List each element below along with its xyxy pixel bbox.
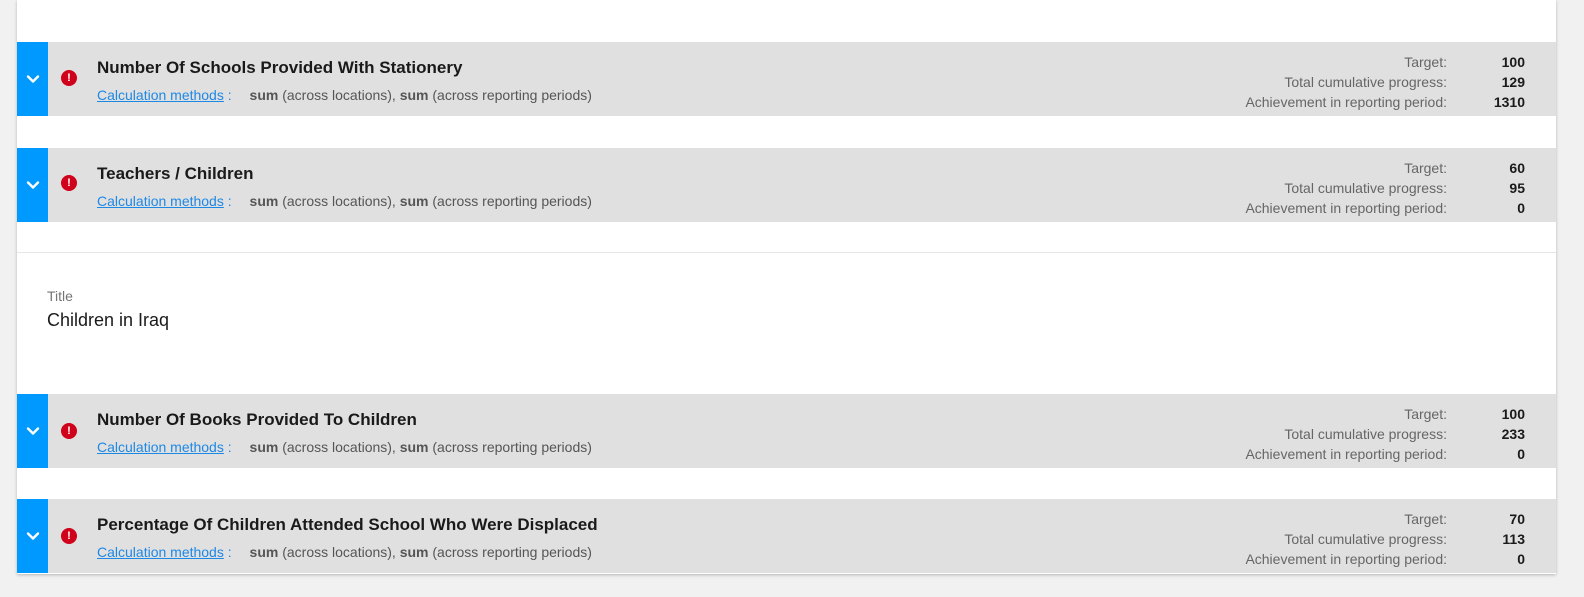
achievement-label: Achievement in reporting period: — [1245, 200, 1447, 216]
section-divider — [17, 252, 1556, 253]
cumulative-value: 113 — [1502, 531, 1525, 547]
indicators-card: ! Number Of Schools Provided With Statio… — [17, 0, 1556, 574]
calc-method: sum — [249, 439, 279, 455]
expand-button[interactable] — [17, 499, 48, 573]
calc-method: sum — [249, 87, 279, 103]
achievement-label: Achievement in reporting period: — [1245, 446, 1447, 462]
chevron-down-icon — [26, 181, 39, 189]
target-label: Target: — [1404, 511, 1447, 527]
target-label: Target: — [1404, 160, 1447, 176]
calculation-methods: Calculation methods : sum (across locati… — [97, 87, 592, 103]
indicator-stats: Target: 70 Total cumulative progress: 113 … — [1205, 509, 1525, 569]
chevron-down-icon — [26, 75, 39, 83]
calc-scope: (across locations), — [282, 87, 396, 103]
indicator-row: ! Number Of Books Provided To Children C… — [17, 394, 1556, 468]
calc-scope: (across locations), — [282, 544, 396, 560]
group-title: Children in Iraq — [47, 310, 170, 330]
calc-scope: (across reporting periods) — [432, 439, 592, 455]
target-value: 70 — [1509, 511, 1525, 527]
target-value: 100 — [1501, 54, 1525, 70]
cumulative-label: Total cumulative progress: — [1284, 180, 1447, 196]
indicator-stats: Target: 60 Total cumulative progress: 95 A… — [1205, 158, 1525, 218]
calc-scope: (across locations), — [282, 439, 396, 455]
cumulative-value: 95 — [1509, 180, 1525, 196]
target-value: 60 — [1509, 160, 1525, 176]
calc-scope: (across reporting periods) — [432, 87, 592, 103]
calculation-methods-link[interactable]: Calculation methods — [97, 544, 224, 560]
indicator-row: ! Percentage Of Children Attended School… — [17, 499, 1556, 573]
achievement-label: Achievement in reporting period: — [1245, 94, 1447, 110]
cumulative-label: Total cumulative progress: — [1284, 74, 1447, 90]
calculation-methods: Calculation methods : sum (across locati… — [97, 439, 592, 455]
indicator-title: Number Of Schools Provided With Statione… — [97, 58, 463, 77]
achievement-value: 1310 — [1493, 94, 1525, 110]
calc-method: sum — [399, 544, 429, 560]
calculation-methods-link[interactable]: Calculation methods — [97, 87, 224, 103]
exclamation-circle-icon: ! — [61, 423, 77, 439]
achievement-value: 0 — [1517, 200, 1525, 216]
achievement-value: 0 — [1517, 446, 1525, 462]
calc-scope: (across locations), — [282, 193, 396, 209]
calc-scope: (across reporting periods) — [432, 544, 592, 560]
calc-method: sum — [399, 87, 429, 103]
achievement-label: Achievement in reporting period: — [1245, 551, 1447, 567]
cumulative-value: 233 — [1501, 426, 1525, 442]
exclamation-circle-icon: ! — [61, 175, 77, 191]
indicator-stats: Target: 100 Total cumulative progress: 233… — [1205, 404, 1525, 464]
cumulative-label: Total cumulative progress: — [1284, 531, 1447, 547]
calc-method: sum — [249, 193, 279, 209]
chevron-down-icon — [26, 532, 39, 540]
indicator-row: ! Teachers / Children Calculation method… — [17, 148, 1556, 222]
exclamation-circle-icon: ! — [61, 528, 77, 544]
achievement-value: 0 — [1517, 551, 1525, 567]
target-label: Target: — [1404, 406, 1447, 422]
chevron-down-icon — [26, 427, 39, 435]
calculation-methods: Calculation methods : sum (across locati… — [97, 193, 592, 209]
calc-method: sum — [399, 439, 429, 455]
expand-button[interactable] — [17, 148, 48, 222]
calc-scope: (across reporting periods) — [432, 193, 592, 209]
indicator-title: Teachers / Children — [97, 164, 254, 183]
cumulative-value: 129 — [1501, 74, 1525, 90]
exclamation-circle-icon: ! — [61, 70, 77, 86]
calc-separator: : — [227, 544, 232, 560]
expand-button[interactable] — [17, 42, 48, 116]
calculation-methods: Calculation methods : sum (across locati… — [97, 544, 592, 560]
calc-method: sum — [399, 193, 429, 209]
calculation-methods-link[interactable]: Calculation methods — [97, 439, 224, 455]
calc-method: sum — [249, 544, 279, 560]
calc-separator: : — [227, 193, 232, 209]
target-value: 100 — [1501, 406, 1525, 422]
indicator-stats: Target: 100 Total cumulative progress: 129… — [1205, 52, 1525, 112]
indicator-title: Number Of Books Provided To Children — [97, 410, 417, 429]
calc-separator: : — [227, 87, 232, 103]
expand-button[interactable] — [17, 394, 48, 468]
indicator-title: Percentage Of Children Attended School W… — [97, 515, 598, 534]
group-title-label: Title — [47, 288, 73, 304]
indicator-row: ! Number Of Schools Provided With Statio… — [17, 42, 1556, 116]
calc-separator: : — [227, 439, 232, 455]
target-label: Target: — [1404, 54, 1447, 70]
cumulative-label: Total cumulative progress: — [1284, 426, 1447, 442]
calculation-methods-link[interactable]: Calculation methods — [97, 193, 224, 209]
